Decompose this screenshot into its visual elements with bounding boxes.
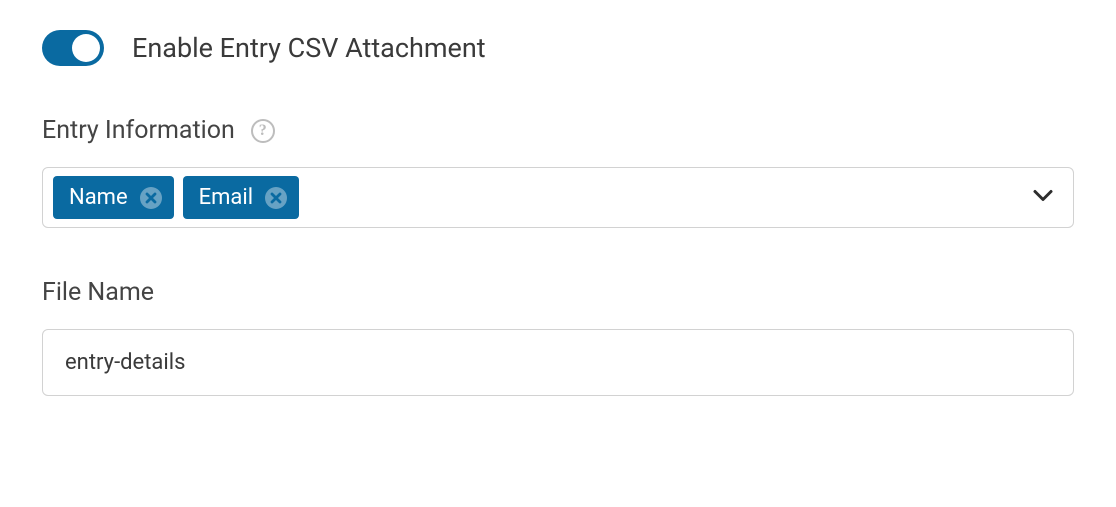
tag-label: Name	[69, 185, 128, 210]
enable-csv-attachment-label: Enable Entry CSV Attachment	[132, 32, 486, 64]
file-name-input[interactable]	[42, 329, 1074, 396]
tag-label: Email	[199, 185, 253, 210]
entry-information-select[interactable]: Name Email	[42, 167, 1074, 228]
enable-csv-attachment-toggle[interactable]	[42, 30, 104, 66]
help-icon[interactable]	[251, 119, 275, 143]
tag-email: Email	[183, 176, 299, 219]
file-name-label: File Name	[42, 278, 154, 307]
tag-name: Name	[53, 176, 174, 219]
tag-remove-icon[interactable]	[265, 187, 287, 209]
chevron-down-icon	[1031, 183, 1055, 212]
tag-remove-icon[interactable]	[140, 187, 162, 209]
toggle-knob	[72, 34, 100, 62]
entry-information-label: Entry Information	[42, 116, 235, 145]
